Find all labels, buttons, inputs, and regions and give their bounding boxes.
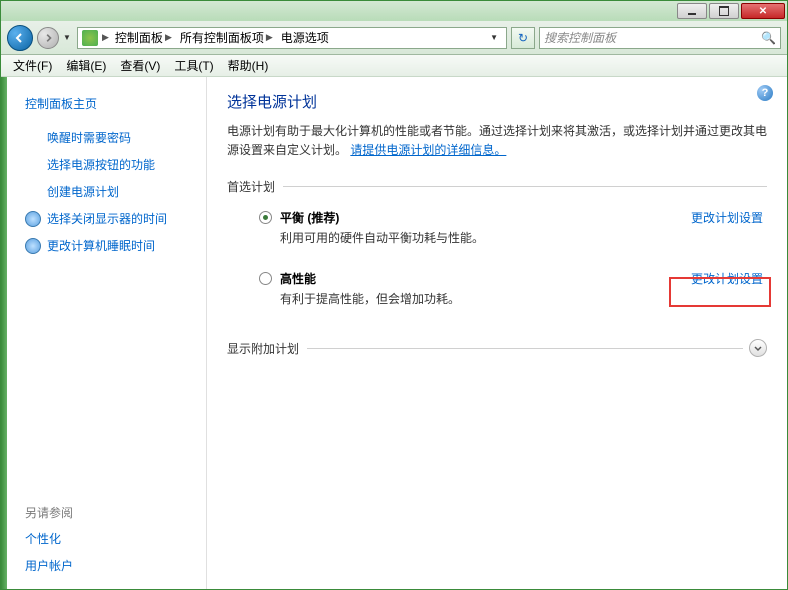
sidebar-link-sleep-time[interactable]: 更改计算机睡眠时间 bbox=[7, 232, 206, 259]
menu-edit[interactable]: 编辑(E) bbox=[60, 55, 112, 76]
menubar: 文件(F) 编辑(E) 查看(V) 工具(T) 帮助(H) bbox=[1, 55, 787, 77]
navbar: ▼ ▶ 控制面板▶ 所有控制面板项▶ 电源选项 ▼ ↻ 搜索控制面板 🔍 bbox=[1, 21, 787, 55]
plan-balanced: 平衡 (推荐) 利用可用的硬件自动平衡功耗与性能。 更改计划设置 bbox=[227, 205, 767, 250]
section-additional-plans: 显示附加计划 bbox=[227, 339, 767, 357]
chevron-right-icon: ▶ bbox=[102, 32, 109, 43]
control-panel-home-link[interactable]: 控制面板主页 bbox=[7, 91, 206, 124]
details-link[interactable]: 请提供电源计划的详细信息。 bbox=[350, 143, 506, 157]
search-placeholder: 搜索控制面板 bbox=[544, 29, 616, 46]
sidebar-link-power-button[interactable]: 选择电源按钮的功能 bbox=[7, 151, 206, 178]
back-button[interactable] bbox=[7, 25, 33, 51]
plan-name: 平衡 (推荐) bbox=[280, 209, 679, 226]
address-bar[interactable]: ▶ 控制面板▶ 所有控制面板项▶ 电源选项 ▼ bbox=[77, 27, 507, 49]
sidebar-link-require-password[interactable]: 唤醒时需要密码 bbox=[7, 124, 206, 151]
sleep-icon bbox=[25, 238, 41, 254]
sidebar-link-create-plan[interactable]: 创建电源计划 bbox=[7, 178, 206, 205]
display-icon bbox=[25, 211, 41, 227]
refresh-button[interactable]: ↻ bbox=[511, 27, 535, 49]
maximize-button[interactable] bbox=[709, 3, 739, 19]
nav-history-dropdown[interactable]: ▼ bbox=[63, 33, 73, 42]
plan-high-performance-radio[interactable] bbox=[259, 272, 272, 285]
page-title: 选择电源计划 bbox=[227, 91, 767, 112]
menu-file[interactable]: 文件(F) bbox=[7, 55, 58, 76]
plan-name: 高性能 bbox=[280, 270, 679, 287]
help-icon[interactable]: ? bbox=[757, 85, 773, 101]
change-plan-settings-link[interactable]: 更改计划设置 bbox=[691, 209, 763, 226]
window-frame: ▼ ▶ 控制面板▶ 所有控制面板项▶ 电源选项 ▼ ↻ 搜索控制面板 🔍 文件(… bbox=[0, 0, 788, 590]
minimize-button[interactable] bbox=[677, 3, 707, 19]
titlebar bbox=[1, 1, 787, 21]
close-button[interactable] bbox=[741, 3, 785, 19]
menu-tools[interactable]: 工具(T) bbox=[168, 55, 219, 76]
plan-high-performance: 高性能 有利于提高性能，但会增加功耗。 更改计划设置 bbox=[227, 266, 767, 311]
see-also-personalization[interactable]: 个性化 bbox=[7, 525, 206, 552]
breadcrumb[interactable]: 所有控制面板项▶ bbox=[178, 29, 275, 46]
page-description: 电源计划有助于最大化计算机的性能或者节能。通过选择计划来将其激活，或选择计划并通… bbox=[227, 122, 767, 160]
sidebar-link-display-off[interactable]: 选择关闭显示器的时间 bbox=[7, 205, 206, 232]
search-icon[interactable]: 🔍 bbox=[761, 31, 776, 45]
plan-description: 利用可用的硬件自动平衡功耗与性能。 bbox=[280, 229, 679, 246]
address-dropdown[interactable]: ▼ bbox=[486, 33, 502, 42]
breadcrumb[interactable]: 控制面板▶ bbox=[113, 29, 174, 46]
main-content: ? 选择电源计划 电源计划有助于最大化计算机的性能或者节能。通过选择计划来将其激… bbox=[207, 77, 787, 589]
search-input[interactable]: 搜索控制面板 🔍 bbox=[539, 27, 781, 49]
menu-view[interactable]: 查看(V) bbox=[114, 55, 166, 76]
menu-help[interactable]: 帮助(H) bbox=[222, 55, 275, 76]
breadcrumb[interactable]: 电源选项 bbox=[279, 29, 331, 46]
expand-additional-button[interactable] bbox=[749, 339, 767, 357]
sidebar: 控制面板主页 唤醒时需要密码 选择电源按钮的功能 创建电源计划 选择关闭显示器的… bbox=[7, 77, 207, 589]
section-preferred-plans: 首选计划 bbox=[227, 178, 767, 195]
plan-balanced-radio[interactable] bbox=[259, 211, 272, 224]
forward-button[interactable] bbox=[37, 27, 59, 49]
body: 控制面板主页 唤醒时需要密码 选择电源按钮的功能 创建电源计划 选择关闭显示器的… bbox=[1, 77, 787, 589]
location-icon bbox=[82, 30, 98, 46]
see-also-user-accounts[interactable]: 用户帐户 bbox=[7, 552, 206, 579]
change-plan-settings-link[interactable]: 更改计划设置 bbox=[691, 270, 763, 287]
plan-description: 有利于提高性能，但会增加功耗。 bbox=[280, 290, 679, 307]
see-also-heading: 另请参阅 bbox=[7, 500, 206, 525]
